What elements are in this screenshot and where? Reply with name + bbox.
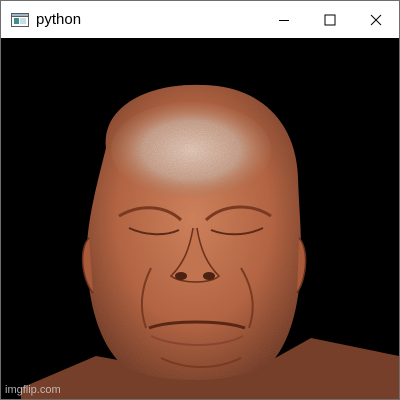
close-icon [370,14,382,25]
title-bar[interactable]: python [1,1,399,38]
render-viewport[interactable]: imgflip.com [1,38,399,399]
volume-render [21,84,399,399]
close-button[interactable] [353,1,399,38]
minimize-icon [279,19,289,21]
window-title: python [36,11,82,28]
minimize-button[interactable] [261,1,307,38]
maximize-button[interactable] [307,1,353,38]
maximize-icon [324,14,336,25]
app-window: python imgflip.com [0,0,400,400]
app-icon [11,12,29,27]
watermark: imgflip.com [5,384,61,396]
